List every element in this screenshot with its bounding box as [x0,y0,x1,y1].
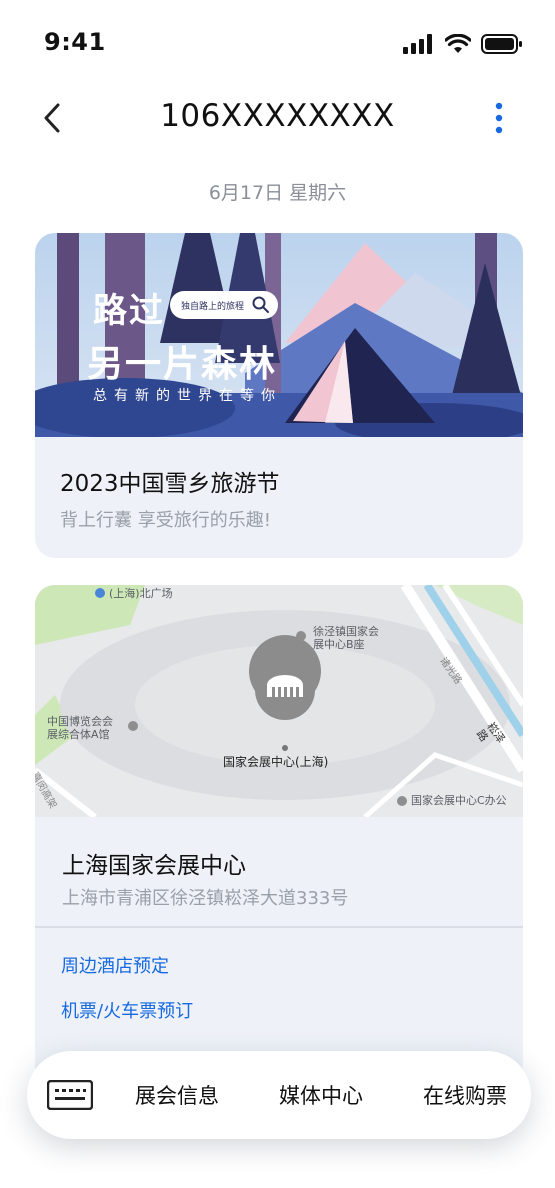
nav-bar: 106XXXXXXXX [0,88,555,150]
signal-icon [403,34,432,54]
location-map[interactable]: (上海)北广场 徐泾镇国家会 展中心B座 中国博览会会 展综合体A馆 国家会展中… [35,585,523,817]
menu-online-tickets[interactable]: 在线购票 [423,1080,507,1110]
card-title: 2023中国雪乡旅游节 [60,471,280,497]
map-label-museum: 中国博览会会 展综合体A馆 [47,715,113,741]
banner-subtitle: 总有新的世界在等你 [93,388,282,404]
bottom-menu-bar: 展会信息 媒体中心 在线购票 [27,1051,531,1139]
forest-banner-image: 独自路上的旅程 路过 另一片森林 总有新的世界在等你 [35,233,523,437]
map-label-b-zone: 徐泾镇国家会 展中心B座 [313,625,379,651]
status-icons [403,34,523,54]
card-subtitle: 背上行囊 享受旅行的乐趣! [60,510,271,531]
map-label-center: 国家会展中心(上海) [223,755,329,769]
battery-icon [481,34,522,54]
status-bar: 9:41 [0,0,555,88]
divider [35,926,523,928]
page-title: 106XXXXXXXX [160,98,395,134]
map-label-c-office: 国家会展中心C办公 [411,794,507,807]
keyboard-button[interactable] [46,1079,94,1111]
location-title: 上海国家会展中心 [62,853,246,879]
menu-exhibition-info[interactable]: 展会信息 [135,1080,219,1110]
menu-media-center[interactable]: 媒体中心 [279,1080,363,1110]
map-label-north-square: (上海)北广场 [109,587,173,600]
banner-title-line1: 路过 [93,291,165,331]
more-vertical-icon [495,102,503,134]
wifi-icon [445,34,471,53]
travel-festival-card[interactable]: 独自路上的旅程 路过 另一片森林 总有新的世界在等你 2023中国雪乡旅游节 背… [35,233,523,558]
status-time: 9:41 [44,28,106,56]
banner-title-line2: 另一片森林 [87,344,278,385]
location-address: 上海市青浦区徐泾镇崧泽大道333号 [62,888,349,909]
hotel-booking-link[interactable]: 周边酒店预定 [61,952,169,978]
message-date: 6月17日 星期六 [208,182,347,204]
keyboard-icon [46,1079,94,1111]
banner-search-text: 独自路上的旅程 [181,302,245,312]
location-card: (上海)北广场 徐泾镇国家会 展中心B座 中国博览会会 展综合体A馆 国家会展中… [35,585,523,1105]
ticket-booking-link[interactable]: 机票/火车票预订 [61,997,193,1023]
more-button[interactable] [487,98,511,138]
